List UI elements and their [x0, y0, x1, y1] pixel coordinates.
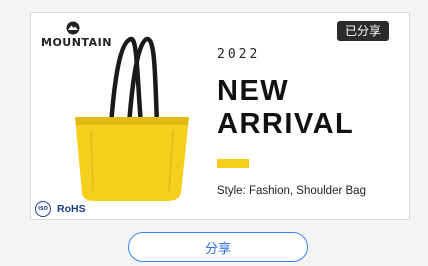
- share-button[interactable]: 分享: [128, 232, 308, 262]
- accent-bar: [217, 159, 249, 168]
- product-image: [75, 36, 189, 201]
- promo-headline: NEW ARRIVAL: [217, 75, 354, 141]
- style-label: Style:: [217, 185, 246, 197]
- style-value: Fashion, Shoulder Bag: [248, 185, 366, 197]
- product-share-card: 已分享 MOUNTAIN 2022 NEW ARRIVAL Style: Fas…: [30, 12, 410, 220]
- certifications: ISO RoHS: [35, 201, 86, 217]
- style-description: Style: Fashion, Shoulder Bag: [217, 185, 366, 197]
- rohs-label: RoHS: [57, 203, 86, 215]
- headline-line-1: NEW: [217, 75, 290, 107]
- headline-line-2: ARRIVAL: [217, 108, 355, 140]
- promo-year: 2022: [217, 47, 261, 62]
- shared-badge: 已分享: [336, 21, 389, 41]
- iso-icon: ISO: [35, 201, 51, 217]
